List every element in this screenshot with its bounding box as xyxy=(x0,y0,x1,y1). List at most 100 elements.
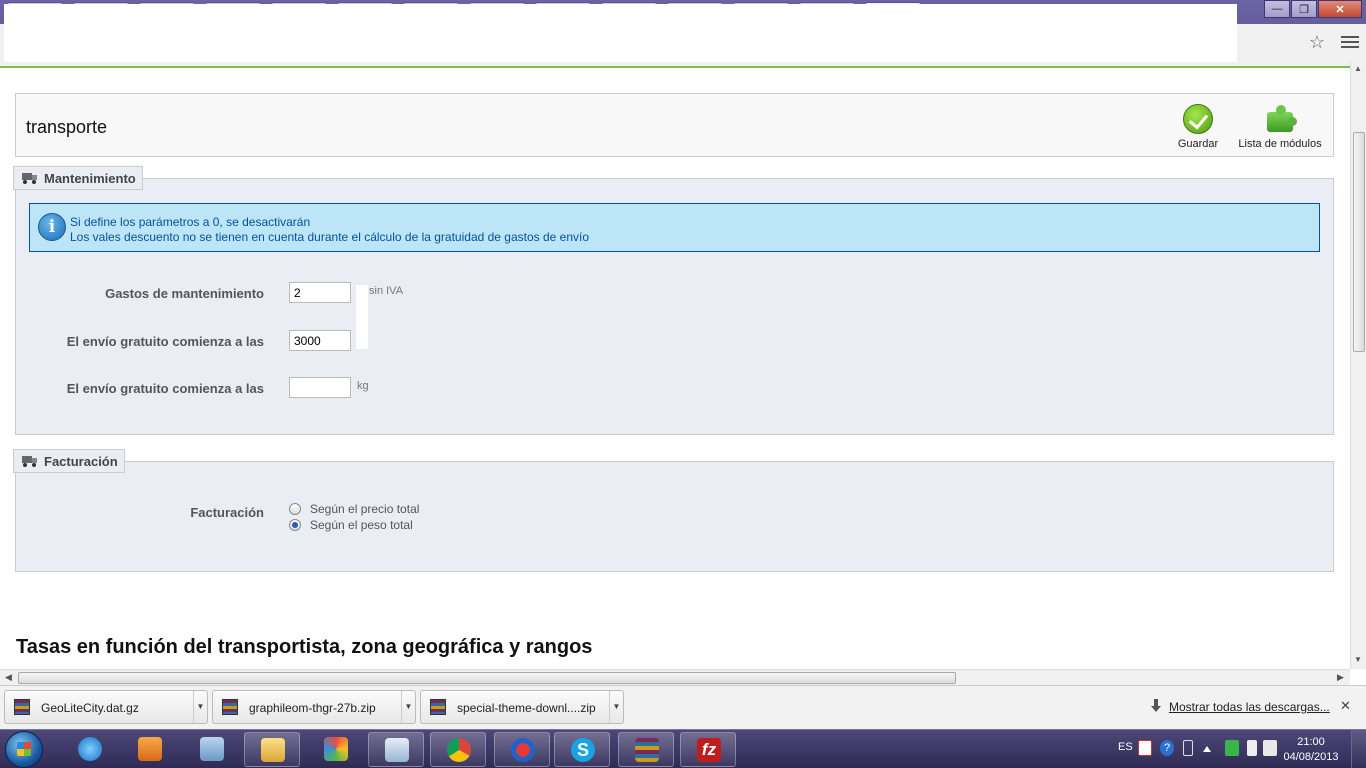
taskbar-calc[interactable] xyxy=(368,732,424,767)
language-indicator[interactable]: ES xyxy=(1118,741,1133,753)
billing-option-weight-label: Según el peso total xyxy=(310,518,413,532)
save-button[interactable]: Guardar xyxy=(1176,104,1220,150)
module-list-button[interactable]: Lista de módulos xyxy=(1238,104,1322,150)
info-line-2: Los vales descuento no se tienen en cuen… xyxy=(70,230,590,244)
close-window-button[interactable]: ✕ xyxy=(1318,0,1362,18)
download-item[interactable]: GeoLiteCity.dat.gz ▼ xyxy=(4,690,208,724)
browser-chrome: — ❐ ✕ ☆ xyxy=(0,0,1366,68)
show-all-downloads-link[interactable]: Mostrar todas las descargas... xyxy=(1169,700,1330,714)
minimize-button[interactable]: — xyxy=(1264,0,1290,18)
clock-date: 04/08/2013 xyxy=(1283,751,1339,763)
tray-app-icon[interactable] xyxy=(1138,740,1152,756)
download-menu-icon[interactable]: ▼ xyxy=(609,691,623,723)
start-button[interactable] xyxy=(5,731,43,768)
power-icon[interactable] xyxy=(1247,740,1257,756)
restore-button[interactable]: ❐ xyxy=(1291,0,1317,18)
info-message: i Si define los parámetros a 0, se desac… xyxy=(29,203,1320,252)
winrar-archive-icon xyxy=(222,699,238,715)
checkmark-icon xyxy=(1183,104,1213,134)
module-header: transporte Guardar Lista de módulos xyxy=(15,93,1334,157)
windows-taskbar: S fz ES ? 21:00 04/08/2013 xyxy=(0,729,1366,768)
taskbar-media[interactable] xyxy=(122,732,178,767)
taskbar-app[interactable] xyxy=(308,732,364,767)
page-title: transporte xyxy=(26,117,108,137)
spreadsheet-icon xyxy=(385,738,409,762)
maintenance-legend-text: Mantenimiento xyxy=(44,171,136,186)
taskbar-skype[interactable]: S xyxy=(554,732,610,767)
blank-block xyxy=(356,285,368,349)
volume-icon[interactable] xyxy=(1263,740,1277,756)
info-line-1: Si define los parámetros a 0, se desacti… xyxy=(70,215,311,229)
info-icon: i xyxy=(38,213,66,241)
show-desktop-button[interactable] xyxy=(1351,730,1366,768)
free-shipping-weight-input[interactable] xyxy=(289,377,351,398)
scroll-up-icon[interactable]: ▲ xyxy=(1354,64,1362,73)
free-shipping-price-input[interactable] xyxy=(289,330,351,351)
taskbar-explorer[interactable] xyxy=(244,732,300,767)
taskbar-filezilla[interactable]: fz xyxy=(680,732,736,767)
truck-icon xyxy=(22,172,38,184)
horizontal-scroll-thumb[interactable] xyxy=(18,672,956,684)
app-icon xyxy=(511,738,535,762)
winrar-icon xyxy=(635,738,659,762)
free-shipping-weight-unit: kg xyxy=(357,380,369,392)
vertical-scrollbar[interactable]: ▲ ▼ xyxy=(1350,62,1366,669)
rates-heading: Tasas en función del transportista, zona… xyxy=(16,636,593,658)
download-item[interactable]: special-theme-downl....zip ▼ xyxy=(420,690,624,724)
download-name: GeoLiteCity.dat.gz xyxy=(41,701,139,715)
download-arrow-icon xyxy=(1151,699,1161,713)
scroll-left-icon[interactable]: ◀ xyxy=(5,672,12,683)
taskbar-app2[interactable] xyxy=(494,732,550,767)
module-list-label: Lista de módulos xyxy=(1238,138,1322,150)
chrome-icon xyxy=(447,738,471,762)
winrar-archive-icon xyxy=(14,699,30,715)
winrar-archive-icon xyxy=(430,699,446,715)
puzzle-icon xyxy=(1264,104,1297,134)
internet-explorer-icon xyxy=(78,737,102,761)
radio-price[interactable] xyxy=(289,503,301,515)
download-name: graphileom-thgr-27b.zip xyxy=(249,701,376,715)
free-shipping-price-label: El envío gratuito comienza a las xyxy=(66,334,264,349)
scroll-down-icon[interactable]: ▼ xyxy=(1354,655,1362,664)
window-controls: — ❐ ✕ xyxy=(1264,0,1362,18)
clock-time: 21:00 xyxy=(1297,736,1325,748)
billing-option-weight[interactable]: Según el peso total xyxy=(289,518,413,532)
bookmark-star-icon[interactable]: ☆ xyxy=(1306,31,1328,53)
handling-cost-input[interactable] xyxy=(289,282,351,303)
truck-icon xyxy=(22,455,38,467)
download-name: special-theme-downl....zip xyxy=(457,701,596,715)
taskbar-network[interactable] xyxy=(184,732,240,767)
system-clock[interactable]: 21:00 04/08/2013 xyxy=(1278,735,1344,765)
billing-label: Facturación xyxy=(190,505,264,520)
folder-icon xyxy=(261,738,285,762)
redacted-area xyxy=(4,4,1237,62)
billing-option-price-label: Según el precio total xyxy=(310,502,420,516)
download-item[interactable]: graphileom-thgr-27b.zip ▼ xyxy=(212,690,416,724)
system-tray: ES ? xyxy=(1115,730,1277,768)
taskbar-winrar[interactable] xyxy=(618,732,674,767)
device-icon[interactable] xyxy=(1183,740,1193,756)
page-content: transporte Guardar Lista de módulos Mant… xyxy=(0,68,1350,669)
chrome-menu-icon[interactable] xyxy=(1341,33,1359,49)
radio-weight[interactable] xyxy=(289,519,301,531)
scroll-right-icon[interactable]: ▶ xyxy=(1337,672,1344,683)
horizontal-scrollbar[interactable]: ◀ ▶ xyxy=(0,669,1350,685)
tray-green-icon[interactable] xyxy=(1225,740,1239,756)
save-label: Guardar xyxy=(1177,138,1219,150)
show-hidden-icons-icon[interactable] xyxy=(1203,746,1211,752)
billing-legend-text: Facturación xyxy=(44,454,118,469)
billing-option-price[interactable]: Según el precio total xyxy=(289,502,419,516)
free-shipping-weight-label: El envío gratuito comienza a las xyxy=(66,381,264,396)
taskbar-chrome[interactable] xyxy=(430,732,486,767)
billing-legend: Facturación xyxy=(13,449,125,473)
filezilla-icon: fz xyxy=(697,738,721,762)
download-menu-icon[interactable]: ▼ xyxy=(193,691,207,723)
media-player-icon xyxy=(138,737,162,761)
handling-cost-unit: sin IVA xyxy=(369,285,404,297)
vertical-scroll-thumb[interactable] xyxy=(1353,132,1365,352)
photo-app-icon xyxy=(324,737,348,761)
close-downloads-icon[interactable]: ✕ xyxy=(1340,698,1351,714)
download-menu-icon[interactable]: ▼ xyxy=(401,691,415,723)
help-icon[interactable]: ? xyxy=(1160,740,1174,756)
taskbar-ie[interactable] xyxy=(62,732,118,767)
